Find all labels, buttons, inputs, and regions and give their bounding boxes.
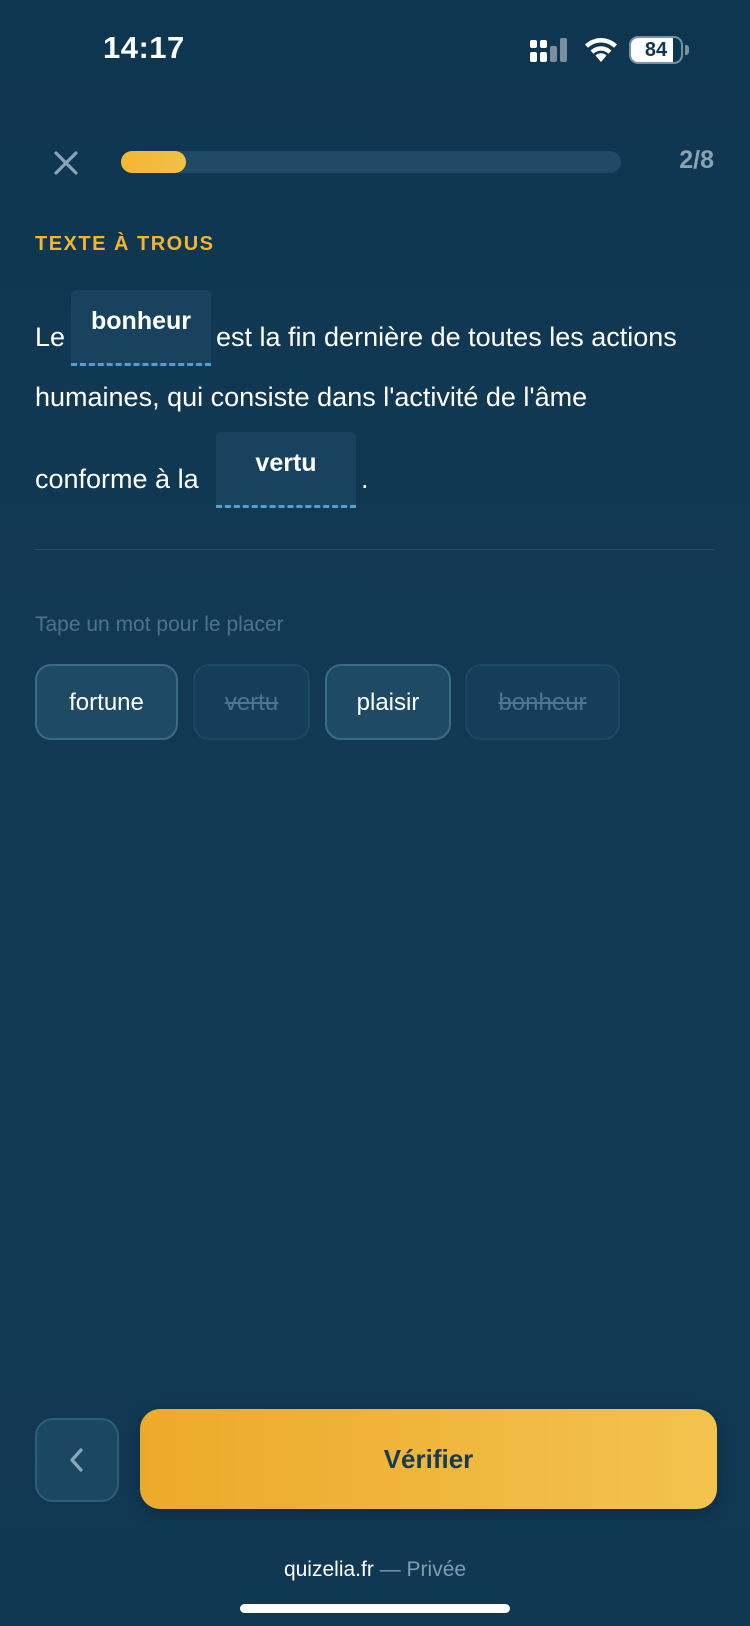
signal-icon xyxy=(530,38,567,62)
word-chip[interactable]: plaisir xyxy=(325,664,451,740)
progress-count: 2/8 xyxy=(679,146,714,174)
sentence-text: est la fin dernière de toutes les action… xyxy=(216,322,677,352)
blank-slot-2[interactable]: vertu xyxy=(216,432,356,508)
battery-cap xyxy=(685,45,689,55)
chevron-left-icon xyxy=(70,1448,83,1472)
close-button[interactable] xyxy=(46,143,86,183)
footer: quizelia.fr — Privée xyxy=(0,1558,750,1582)
quiz-screen: 14:17 84 2/8 TEXTE À TROUS Le bonheur es… xyxy=(0,0,750,1626)
exercise-type-label: TEXTE À TROUS xyxy=(35,233,215,255)
footer-site[interactable]: quizelia.fr xyxy=(284,1558,374,1581)
home-indicator[interactable] xyxy=(240,1604,510,1613)
status-time: 14:17 xyxy=(103,30,185,65)
wifi-icon xyxy=(585,38,617,62)
blank-slot-1[interactable]: bonheur xyxy=(71,290,211,366)
progress-bar xyxy=(121,151,621,173)
battery-level: 84 xyxy=(644,39,668,61)
word-chip[interactable]: vertu xyxy=(193,664,310,740)
word-chip[interactable]: fortune xyxy=(35,664,178,740)
battery-icon: 84 xyxy=(629,36,683,64)
status-bar: 14:17 84 xyxy=(0,0,750,100)
sentence-text: humaines, qui consiste dans l'activité d… xyxy=(35,382,588,412)
footer-privacy[interactable]: — Privée xyxy=(380,1558,466,1581)
sentence-text: . xyxy=(361,464,369,494)
progress-fill xyxy=(121,151,186,173)
sentence-text: conforme à la xyxy=(35,464,199,494)
verify-button[interactable]: Vérifier xyxy=(140,1409,717,1509)
instruction-hint: Tape un mot pour le placer xyxy=(35,613,284,636)
close-icon xyxy=(54,151,78,175)
divider xyxy=(35,549,715,550)
word-chip[interactable]: bonheur xyxy=(465,664,620,740)
sentence-text: Le xyxy=(35,322,66,352)
back-button[interactable] xyxy=(35,1418,119,1502)
